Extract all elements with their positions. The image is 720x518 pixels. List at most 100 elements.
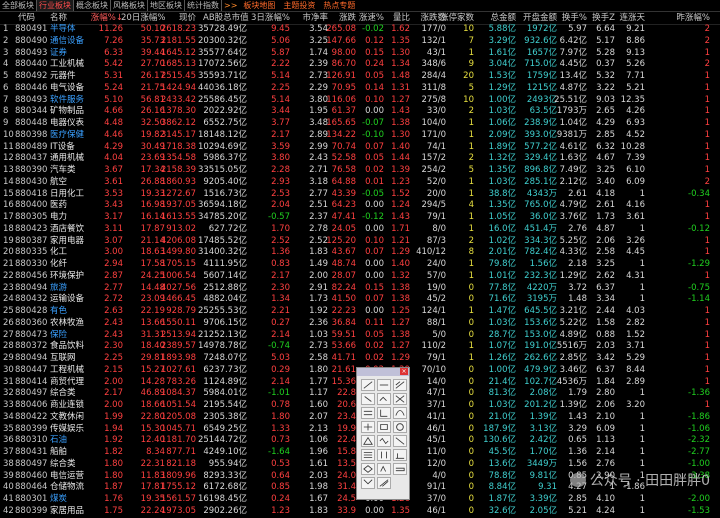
table-row[interactable]: 27 880473 保险 2.43 31.31 2513.94 21252.13亿 2.14 1… — [0, 330, 720, 342]
tab-more-icon[interactable]: >> — [222, 0, 239, 11]
table-row[interactable]: 20 880335 化工 3.00 18.63 1499.80 31400.32亿 1.36 1… — [0, 247, 720, 259]
cell-昨涨幅%: 1 — [704, 400, 710, 410]
table-row[interactable]: 10 880398 医疗保健 4.46 19.82 3145.17 18148.12亿 2.1… — [0, 130, 720, 142]
draw-tool-22-icon[interactable] — [377, 477, 391, 489]
draw-tool-19-icon[interactable] — [377, 463, 391, 475]
table-row[interactable]: 29 880494 互联网 2.25 29.81 1893.98 7248.07亿 5.03 2… — [0, 353, 720, 365]
cell-连涨天: 5.29 — [626, 353, 645, 363]
draw-tool-1-icon[interactable] — [377, 379, 391, 391]
draw-tool-3-icon[interactable] — [361, 393, 375, 405]
table-row[interactable]: 1 880491 半导体 11.26 50.10 2618.23 35728.49亿 9.45… — [0, 24, 720, 36]
table-row[interactable]: 25 880428 有色 2.63 22.19 928.79 25255.53亿 2.21 1.… — [0, 306, 720, 318]
table-row[interactable]: 28 880372 食品饮料 2.30 18.40 2389.57 14978.78亿 -0.… — [0, 341, 720, 353]
col-header-2[interactable]: 涨幅%↓ — [79, 12, 123, 24]
drawing-toolbar[interactable]: × — [356, 367, 410, 500]
col-header-17[interactable]: 连涨天 — [601, 12, 645, 24]
col-header-5[interactable]: AB股总市值 — [203, 12, 249, 24]
table-row[interactable]: 13 880390 汽车类 3.67 17.34 2158.39 33515.05亿 2.28… — [0, 165, 720, 177]
table-row[interactable]: 9 880448 电器仪表 4.48 32.50 3862.12 6552.75亿 3.77 3… — [0, 118, 720, 130]
table-row[interactable]: 42 880399 家居用品 1.75 22.24 1973.05 2902.26亿 1.23… — [0, 506, 720, 518]
cell-现价: 1084.37 — [160, 388, 196, 399]
cell-连涨天: 5.26 — [626, 59, 645, 70]
sector-code: 880360 — [15, 317, 48, 328]
table-row[interactable]: 7 880493 软件服务 5.10 56.81 2433.42 25586.45亿 5.14… — [0, 95, 720, 107]
table-row[interactable]: 24 880432 运输设备 2.72 23.09 1466.45 4882.04亿 1.34… — [0, 294, 720, 306]
col-header-1[interactable]: 名称 — [50, 12, 67, 24]
close-icon[interactable]: × — [400, 368, 408, 375]
cell-连涨天: 1 — [639, 294, 645, 305]
tab-extra-1[interactable]: 主题投资 — [279, 0, 319, 11]
table-row[interactable]: 23 880494 旅游 2.77 14.48 4027.56 2512.88亿 2.30 2.… — [0, 283, 720, 295]
table-row[interactable]: 18 880423 酒店餐饮 3.11 17.87 913.02 627.72亿 1.70 2.… — [0, 224, 720, 236]
table-row[interactable]: 11 880489 IT设备 4.29 30.49 1718.38 10294.69亿 3.5… — [0, 142, 720, 154]
tab-extra-2[interactable]: 热点专题 — [319, 0, 359, 11]
cell-现价: 1006.54 — [160, 270, 196, 281]
draw-tool-17-icon[interactable] — [393, 449, 407, 461]
table-row[interactable]: 16 880400 医药 3.43 16.98 1937.05 36594.18亿 2.04 2… — [0, 200, 720, 212]
draw-tool-15-icon[interactable] — [361, 449, 375, 461]
cell-连涨天: 1 — [639, 282, 645, 293]
table-row[interactable]: 5 880492 元器件 5.31 26.17 2515.45 35593.71亿 5.14 2… — [0, 71, 720, 83]
tab-0[interactable]: 全部板块 — [0, 0, 37, 11]
draw-tool-9-icon[interactable] — [361, 421, 375, 433]
draw-tool-13-icon[interactable] — [377, 435, 391, 447]
cell-连涨天: 2.82 — [626, 317, 645, 328]
table-row[interactable]: 14 880430 航空 3.61 26.88 1860.93 9205.40亿 2.93 3.… — [0, 177, 720, 189]
col-header-18[interactable]: 昨涨幅% — [666, 12, 710, 24]
tab-extra-0[interactable]: 板块地图 — [239, 0, 279, 11]
tab-4[interactable]: 地区板块 — [148, 0, 185, 11]
table-row[interactable]: 15 880418 日用化工 3.53 19.33 1272.67 1516.73亿 2.53… — [0, 189, 720, 201]
table-row[interactable]: 3 880493 证券 6.33 39.44 1645.12 35577.64亿 5.87 1.… — [0, 48, 720, 60]
tab-2[interactable]: 概念板块 — [74, 0, 111, 11]
tab-3[interactable]: 风格板块 — [111, 0, 148, 11]
table-row[interactable]: 12 880437 通用机械 4.04 23.69 1354.58 5986.37亿 3.80… — [0, 153, 720, 165]
draw-tool-7-icon[interactable] — [377, 407, 391, 419]
cell-连涨天: 4.16 — [626, 200, 645, 211]
toolbar-titlebar[interactable]: × — [357, 368, 409, 376]
cell-现价: 1645.12 — [160, 47, 196, 58]
draw-tool-10-icon[interactable] — [377, 421, 391, 433]
cell-昨涨幅%: 2 — [704, 24, 710, 34]
sector-code: 880406 — [15, 400, 48, 410]
draw-tool-4-icon[interactable] — [377, 393, 391, 405]
cell-现价: 2158.39 — [160, 165, 196, 175]
draw-tool-18-icon[interactable] — [361, 463, 375, 475]
draw-tool-12-icon[interactable] — [361, 435, 375, 447]
table-row[interactable]: 2 880490 通信设备 7.26 35.73 2181.55 20300.32亿 5.06… — [0, 36, 720, 48]
table-row[interactable]: 21 880330 化纤 2.94 17.58 1705.15 4111.95亿 0.83 1.… — [0, 259, 720, 271]
draw-tool-8-icon[interactable] — [393, 407, 407, 419]
table-row[interactable]: 6 880446 电气设备 5.24 21.75 1424.94 44036.18亿 2.25… — [0, 83, 720, 95]
table-row[interactable]: 8 880344 矿物制品 4.66 26.16 1378.30 2022.92亿 3.44 1… — [0, 106, 720, 118]
table-row[interactable]: 4 880440 工业机械 5.42 27.70 1685.13 17072.56亿 2.22… — [0, 59, 720, 71]
draw-tool-11-icon[interactable] — [393, 421, 407, 433]
sector-code: 880418 — [15, 188, 48, 199]
table-row[interactable]: 22 880456 环境保护 2.87 24.25 1006.54 5607.14亿 2.17… — [0, 271, 720, 283]
col-header-12[interactable]: 涨停家数 — [430, 12, 474, 24]
sector-code: 880497 — [15, 458, 48, 469]
sector-code: 880489 — [15, 141, 48, 152]
table-row[interactable]: 17 880305 电力 3.17 16.14 1613.55 34785.20亿 -0.57… — [0, 212, 720, 224]
draw-tool-2-icon[interactable] — [393, 379, 407, 391]
col-header-0[interactable]: 代码 — [18, 12, 35, 24]
cell-连涨天: 4.45 — [626, 247, 645, 258]
cell-现价: 1499.80 — [160, 247, 196, 258]
cell-昨涨幅%: 1 — [704, 106, 710, 117]
draw-tool-5-icon[interactable] — [393, 393, 407, 405]
table-row[interactable]: 26 880360 农林牧渔 2.43 13.66 1550.11 9706.15亿 0.27… — [0, 318, 720, 330]
col-header-4[interactable]: 现价 — [152, 12, 196, 24]
draw-tool-14-icon[interactable] — [393, 435, 407, 447]
tab-1[interactable]: 行业板块 — [37, 0, 74, 11]
cell-现价: 4027.56 — [160, 282, 196, 293]
col-header-13[interactable]: 总金额 — [472, 12, 516, 24]
draw-tool-21-icon[interactable] — [361, 477, 375, 489]
draw-tool-0-icon[interactable] — [361, 379, 375, 391]
draw-tool-20-icon[interactable] — [393, 463, 407, 475]
sector-code: 880422 — [15, 411, 48, 422]
cell-现价: 1181.70 — [160, 435, 196, 446]
tab-5[interactable]: 统计指数 — [185, 0, 222, 11]
draw-tool-6-icon[interactable] — [361, 407, 375, 419]
cell-连涨天: 1 — [639, 388, 645, 399]
table-row[interactable]: 19 880387 家用电器 3.07 21.14 4206.08 17485.52亿 2.5… — [0, 236, 720, 248]
draw-tool-16-icon[interactable] — [377, 449, 391, 461]
cell-现价: 1685.13 — [160, 59, 196, 70]
